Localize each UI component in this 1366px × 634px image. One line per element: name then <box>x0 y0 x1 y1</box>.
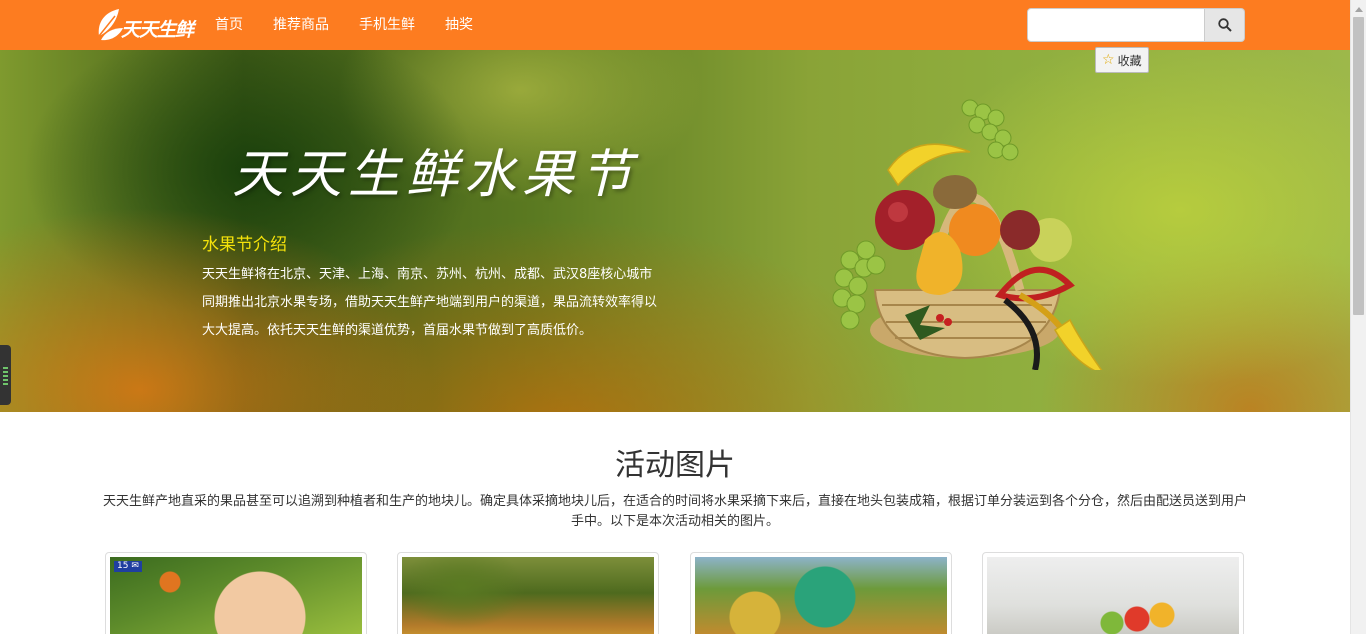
gallery-thumbnail[interactable] <box>690 552 952 634</box>
gallery-thumbnail[interactable] <box>982 552 1244 634</box>
activity-photo: 15 ✉ <box>110 557 362 634</box>
banner-subtitle: 水果节介绍 <box>202 235 287 255</box>
side-tool-widget[interactable] <box>0 345 11 405</box>
star-icon: ☆ <box>1102 52 1115 68</box>
search-icon <box>1217 18 1232 32</box>
search-button[interactable] <box>1205 8 1245 42</box>
activity-photo <box>695 557 947 634</box>
site-logo[interactable]: 天天生鲜 <box>95 4 194 46</box>
search-box <box>1027 8 1245 42</box>
nav-mobile[interactable]: 手机生鲜 <box>344 0 430 50</box>
activity-title: 活动图片 <box>615 448 735 483</box>
activity-photo <box>402 557 654 634</box>
activity-photo <box>987 557 1239 634</box>
nav-lottery[interactable]: 抽奖 <box>430 0 488 50</box>
favorite-label: 收藏 <box>1117 53 1142 68</box>
photo-badge: 15 ✉ <box>114 561 142 572</box>
gallery-thumbnail[interactable] <box>397 552 659 634</box>
leaf-logo-icon <box>95 6 125 44</box>
activity-description: 天天生鲜产地直采的果品甚至可以追溯到种植者和生产的地块儿。确定具体采摘地块儿后，… <box>102 494 1247 529</box>
banner-title: 天天生鲜水果节 <box>232 145 639 205</box>
scrollbar-thumb[interactable] <box>1353 17 1364 315</box>
hero-banner: 天天生鲜水果节 水果节介绍 天天生鲜将在北京、天津、上海、南京、苏州、杭州、成都… <box>0 50 1350 412</box>
favorite-button[interactable]: ☆ 收藏 <box>1095 47 1149 73</box>
page-scrollbar[interactable] <box>1350 0 1366 634</box>
main-nav: 首页 推荐商品 手机生鲜 抽奖 <box>200 0 488 50</box>
nav-home[interactable]: 首页 <box>200 0 258 50</box>
nav-recommended[interactable]: 推荐商品 <box>258 0 344 50</box>
gallery-thumbnail[interactable]: 15 ✉ <box>105 552 367 634</box>
search-input[interactable] <box>1027 8 1205 42</box>
logo-text: 天天生鲜 <box>121 18 194 41</box>
scroll-up-icon[interactable] <box>1351 0 1366 17</box>
top-navbar: 天天生鲜 首页 推荐商品 手机生鲜 抽奖 <box>0 0 1350 50</box>
banner-description: 天天生鲜将在北京、天津、上海、南京、苏州、杭州、成都、武汉8座核心城市同期推出北… <box>202 267 658 338</box>
fruit-basket-image <box>820 90 1110 370</box>
